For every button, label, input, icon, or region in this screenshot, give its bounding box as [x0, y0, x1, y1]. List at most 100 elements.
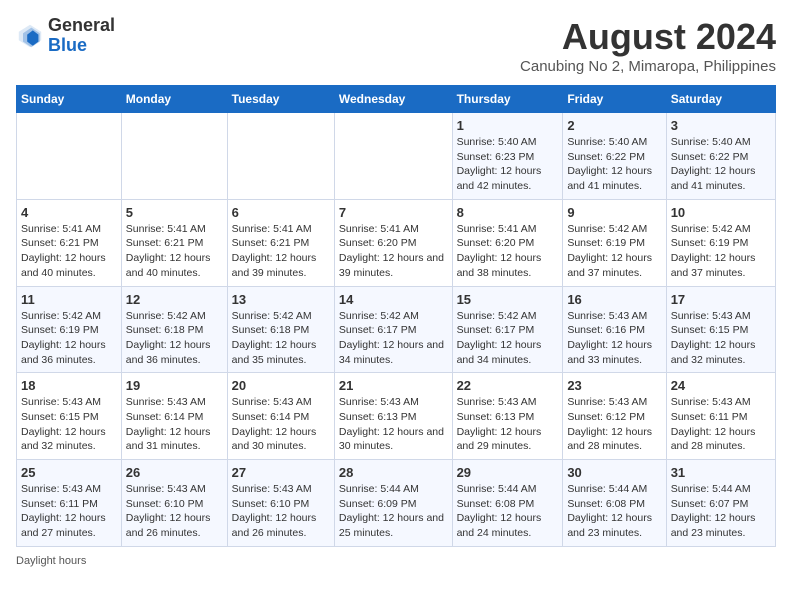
calendar-cell [334, 113, 452, 200]
day-header-sunday: Sunday [17, 86, 122, 113]
date-number: 2 [567, 118, 661, 133]
cell-info: Sunrise: 5:41 AM Sunset: 6:20 PM Dayligh… [457, 222, 559, 281]
date-number: 26 [126, 465, 223, 480]
calendar-cell: 6 Sunrise: 5:41 AM Sunset: 6:21 PM Daylig… [227, 199, 334, 286]
calendar-cell [121, 113, 227, 200]
day-header-tuesday: Tuesday [227, 86, 334, 113]
calendar-cell: 4 Sunrise: 5:41 AM Sunset: 6:21 PM Daylig… [17, 199, 122, 286]
date-number: 11 [21, 292, 117, 307]
day-header-saturday: Saturday [666, 86, 775, 113]
calendar-cell: 23 Sunrise: 5:43 AM Sunset: 6:12 PM Dayli… [563, 373, 666, 460]
calendar-cell: 17 Sunrise: 5:43 AM Sunset: 6:15 PM Dayli… [666, 286, 775, 373]
cell-info: Sunrise: 5:41 AM Sunset: 6:20 PM Dayligh… [339, 222, 448, 281]
cell-info: Sunrise: 5:43 AM Sunset: 6:11 PM Dayligh… [21, 482, 117, 541]
date-number: 6 [232, 205, 330, 220]
date-number: 7 [339, 205, 448, 220]
calendar-cell: 14Sunrise: 5:42 AM Sunset: 6:17 PM Dayli… [334, 286, 452, 373]
date-number: 31 [671, 465, 771, 480]
calendar-cell: 27Sunrise: 5:43 AM Sunset: 6:10 PM Dayli… [227, 460, 334, 547]
calendar-cell: 13Sunrise: 5:42 AM Sunset: 6:18 PM Dayli… [227, 286, 334, 373]
date-number: 23 [567, 378, 661, 393]
calendar-cell [227, 113, 334, 200]
cell-info: Sunrise: 5:43 AM Sunset: 6:15 PM Dayligh… [671, 309, 771, 368]
cell-info: Sunrise: 5:40 AM Sunset: 6:23 PM Dayligh… [457, 135, 559, 194]
cell-info: Sunrise: 5:44 AM Sunset: 6:09 PM Dayligh… [339, 482, 448, 541]
cell-info: Sunrise: 5:43 AM Sunset: 6:16 PM Dayligh… [567, 309, 661, 368]
calendar-cell: 5 Sunrise: 5:41 AM Sunset: 6:21 PM Daylig… [121, 199, 227, 286]
cell-info: Sunrise: 5:44 AM Sunset: 6:07 PM Dayligh… [671, 482, 771, 541]
cell-info: Sunrise: 5:40 AM Sunset: 6:22 PM Dayligh… [567, 135, 661, 194]
calendar-cell: 8 Sunrise: 5:41 AM Sunset: 6:20 PM Daylig… [452, 199, 563, 286]
day-header-monday: Monday [121, 86, 227, 113]
date-number: 29 [457, 465, 559, 480]
date-number: 4 [21, 205, 117, 220]
date-number: 10 [671, 205, 771, 220]
date-number: 19 [126, 378, 223, 393]
cell-info: Sunrise: 5:41 AM Sunset: 6:21 PM Dayligh… [232, 222, 330, 281]
calendar-cell: 1 Sunrise: 5:40 AM Sunset: 6:23 PM Daylig… [452, 113, 563, 200]
cell-info: Sunrise: 5:43 AM Sunset: 6:14 PM Dayligh… [126, 395, 223, 454]
calendar-cell: 19 Sunrise: 5:43 AM Sunset: 6:14 PM Dayli… [121, 373, 227, 460]
calendar-cell: 31 Sunrise: 5:44 AM Sunset: 6:07 PM Dayli… [666, 460, 775, 547]
calendar-cell: 18Sunrise: 5:43 AM Sunset: 6:15 PM Dayli… [17, 373, 122, 460]
cell-info: Sunrise: 5:41 AM Sunset: 6:21 PM Dayligh… [126, 222, 223, 281]
title-area: August 2024 Canubing No 2, Mimaropa, Phi… [520, 16, 776, 75]
calendar-cell: 26 Sunrise: 5:43 AM Sunset: 6:10 PM Dayli… [121, 460, 227, 547]
day-header-friday: Friday [563, 86, 666, 113]
cell-info: Sunrise: 5:41 AM Sunset: 6:21 PM Dayligh… [21, 222, 117, 281]
calendar-table: SundayMondayTuesdayWednesdayThursdayFrid… [16, 85, 776, 547]
logo-text: General Blue [48, 16, 115, 56]
date-number: 1 [457, 118, 559, 133]
calendar-cell: 22Sunrise: 5:43 AM Sunset: 6:13 PM Dayli… [452, 373, 563, 460]
cell-info: Sunrise: 5:42 AM Sunset: 6:18 PM Dayligh… [232, 309, 330, 368]
date-number: 15 [457, 292, 559, 307]
date-number: 24 [671, 378, 771, 393]
calendar-cell: 25 Sunrise: 5:43 AM Sunset: 6:11 PM Dayli… [17, 460, 122, 547]
date-number: 8 [457, 205, 559, 220]
daylight-hours-label: Daylight hours [16, 555, 86, 567]
calendar-cell: 20Sunrise: 5:43 AM Sunset: 6:14 PM Dayli… [227, 373, 334, 460]
calendar-cell: 2 Sunrise: 5:40 AM Sunset: 6:22 PM Daylig… [563, 113, 666, 200]
calendar-cell: 16 Sunrise: 5:43 AM Sunset: 6:16 PM Dayli… [563, 286, 666, 373]
cell-info: Sunrise: 5:43 AM Sunset: 6:13 PM Dayligh… [457, 395, 559, 454]
date-number: 18 [21, 378, 117, 393]
calendar-cell [17, 113, 122, 200]
week-row-5: 25 Sunrise: 5:43 AM Sunset: 6:11 PM Dayli… [17, 460, 776, 547]
calendar-cell: 3 Sunrise: 5:40 AM Sunset: 6:22 PM Daylig… [666, 113, 775, 200]
calendar-cell: 28Sunrise: 5:44 AM Sunset: 6:09 PM Dayli… [334, 460, 452, 547]
page-header: General Blue August 2024 Canubing No 2, … [16, 16, 776, 75]
week-row-3: 11 Sunrise: 5:42 AM Sunset: 6:19 PM Dayli… [17, 286, 776, 373]
date-number: 16 [567, 292, 661, 307]
calendar-cell: 24 Sunrise: 5:43 AM Sunset: 6:11 PM Dayli… [666, 373, 775, 460]
cell-info: Sunrise: 5:43 AM Sunset: 6:12 PM Dayligh… [567, 395, 661, 454]
calendar-cell: 7 Sunrise: 5:41 AM Sunset: 6:20 PM Daylig… [334, 199, 452, 286]
main-title: August 2024 [520, 16, 776, 58]
week-row-2: 4 Sunrise: 5:41 AM Sunset: 6:21 PM Daylig… [17, 199, 776, 286]
calendar-cell: 30Sunrise: 5:44 AM Sunset: 6:08 PM Dayli… [563, 460, 666, 547]
cell-info: Sunrise: 5:43 AM Sunset: 6:11 PM Dayligh… [671, 395, 771, 454]
header-row: SundayMondayTuesdayWednesdayThursdayFrid… [17, 86, 776, 113]
logo-general: General [48, 16, 115, 36]
week-row-4: 18Sunrise: 5:43 AM Sunset: 6:15 PM Dayli… [17, 373, 776, 460]
date-number: 27 [232, 465, 330, 480]
date-number: 25 [21, 465, 117, 480]
date-number: 3 [671, 118, 771, 133]
calendar-cell: 10 Sunrise: 5:42 AM Sunset: 6:19 PM Dayli… [666, 199, 775, 286]
date-number: 5 [126, 205, 223, 220]
cell-info: Sunrise: 5:42 AM Sunset: 6:17 PM Dayligh… [457, 309, 559, 368]
cell-info: Sunrise: 5:40 AM Sunset: 6:22 PM Dayligh… [671, 135, 771, 194]
calendar-cell: 21Sunrise: 5:43 AM Sunset: 6:13 PM Dayli… [334, 373, 452, 460]
cell-info: Sunrise: 5:44 AM Sunset: 6:08 PM Dayligh… [457, 482, 559, 541]
cell-info: Sunrise: 5:42 AM Sunset: 6:19 PM Dayligh… [671, 222, 771, 281]
date-number: 17 [671, 292, 771, 307]
date-number: 21 [339, 378, 448, 393]
logo: General Blue [16, 16, 115, 56]
day-header-thursday: Thursday [452, 86, 563, 113]
calendar-cell: 29 Sunrise: 5:44 AM Sunset: 6:08 PM Dayli… [452, 460, 563, 547]
date-number: 30 [567, 465, 661, 480]
date-number: 12 [126, 292, 223, 307]
cell-info: Sunrise: 5:43 AM Sunset: 6:10 PM Dayligh… [126, 482, 223, 541]
date-number: 14 [339, 292, 448, 307]
cell-info: Sunrise: 5:42 AM Sunset: 6:19 PM Dayligh… [21, 309, 117, 368]
date-number: 9 [567, 205, 661, 220]
